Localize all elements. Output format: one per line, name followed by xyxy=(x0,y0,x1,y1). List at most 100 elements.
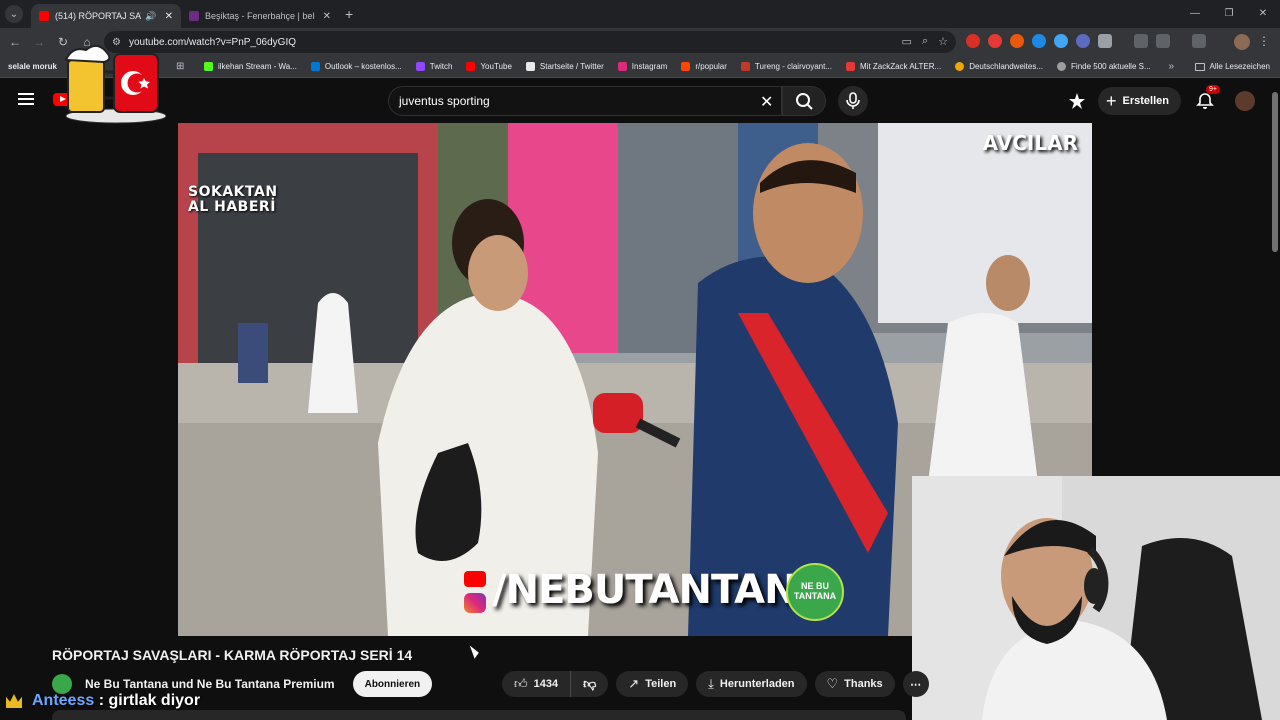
subscribe-button[interactable]: Abonnieren xyxy=(352,671,433,697)
menu-icon[interactable] xyxy=(18,93,34,105)
zoom-icon[interactable]: ⌕ xyxy=(922,35,928,48)
channel-name[interactable]: Ne Bu Tantana und Ne Bu Tantana Premium xyxy=(85,677,335,691)
bookmark-label: Instagram xyxy=(631,62,668,71)
extension-icon[interactable] xyxy=(1010,34,1024,48)
extension-icon[interactable] xyxy=(1054,34,1068,48)
address-bar[interactable]: ⚙ youtube.com/watch?v=PnP_06dyGIQ ▭ ⌕ ☆ xyxy=(104,31,956,53)
folder-icon xyxy=(1194,62,1205,71)
bookmark-item[interactable]: Mit ZackZack ALTER... xyxy=(846,62,941,71)
bookmark-label: YouTube xyxy=(480,62,512,71)
cast-icon[interactable]: ▭ xyxy=(902,35,912,48)
bookmark-item[interactable]: Tureng - clairvoyant... xyxy=(740,62,832,71)
voice-search-button[interactable] xyxy=(838,86,868,116)
bookmark-label: r/popular xyxy=(695,62,727,71)
bookmarks-bar: selale moruk ⊞ ilkehan Stream - Wa... Ou… xyxy=(0,56,1280,78)
tab-youtube-video[interactable]: (514) RÖPORTAJ SAVAŞLAR 🔊 ✕ xyxy=(31,4,181,28)
bookmark-label: Finde 500 aktuelle S... xyxy=(1071,62,1151,71)
extension-icon[interactable] xyxy=(1076,34,1090,48)
search-input[interactable]: juventus sporting xyxy=(388,86,782,116)
bookmark-selale-moruk[interactable]: selale moruk xyxy=(8,62,57,71)
share-icon: ↗ xyxy=(628,676,640,691)
notifications-button[interactable]: 9+ xyxy=(1195,85,1220,111)
thanks-label: Thanks xyxy=(844,678,883,690)
screenshot-icon[interactable] xyxy=(1156,34,1170,48)
video-title: RÖPORTAJ SAVAŞLARI - KARMA RÖPORTAJ SERİ… xyxy=(52,647,413,663)
chat-username: Anteess xyxy=(32,692,95,709)
download-button[interactable]: ⤓ Herunterladen xyxy=(696,671,807,697)
tab-bein-sports[interactable]: Beşiktaş - Fenerbahçe | beIN SP ✕ xyxy=(181,4,339,28)
bookmark-label: Startseite / Twitter xyxy=(539,62,604,71)
create-label: Erstellen xyxy=(1122,95,1169,107)
bookmark-label: Tureng - clairvoyant... xyxy=(754,62,832,71)
page-scrollbar[interactable] xyxy=(1272,92,1278,252)
dislike-button[interactable]: 👎︎ xyxy=(571,676,608,692)
audio-icon[interactable]: 🔊 xyxy=(145,11,156,22)
download-icon: ⤓ xyxy=(708,676,714,691)
search-query: juventus sporting xyxy=(399,94,490,108)
bookmark-item[interactable]: ilkehan Stream - Wa... xyxy=(204,62,297,71)
mouse-cursor-icon xyxy=(469,643,481,659)
window-controls: — ❐ ✕ xyxy=(1178,0,1280,28)
back-icon[interactable]: ← xyxy=(3,35,27,49)
overlay-caption-location: AVCILAR xyxy=(982,131,1078,155)
instagram-icon xyxy=(464,593,486,613)
extensions-puzzle-icon[interactable] xyxy=(1098,34,1112,48)
bookmark-item[interactable]: Outlook – kostenlos... xyxy=(310,62,402,71)
overlay-channel-handle: /NEBUTANTANA xyxy=(492,567,828,613)
close-window-icon[interactable]: ✕ xyxy=(1246,0,1280,28)
star-icon[interactable]: ☆ xyxy=(938,35,948,48)
more-actions-button[interactable]: ⋯ xyxy=(902,671,929,697)
all-bookmarks-label: Alle Lesezeichen xyxy=(1209,62,1270,71)
extension-icon[interactable] xyxy=(988,34,1002,48)
minimize-icon[interactable]: — xyxy=(1178,0,1212,28)
overlay-caption-left: SOKAKTAN AL HABERİ xyxy=(188,184,278,215)
restore-icon[interactable]: ❐ xyxy=(1212,0,1246,28)
info-icon xyxy=(1057,62,1067,71)
header-actions: + Erstellen 9+ xyxy=(1068,85,1255,115)
more-bookmarks-icon[interactable]: » xyxy=(1168,61,1174,72)
close-tab-icon[interactable]: ✕ xyxy=(323,11,331,22)
thumbs-up-icon: 👍︎ xyxy=(514,676,528,691)
share-button[interactable]: ↗ Teilen xyxy=(616,671,689,697)
all-bookmarks-button[interactable]: Alle Lesezeichen xyxy=(1194,62,1270,71)
bookmark-label: Mit ZackZack ALTER... xyxy=(860,62,942,71)
bookmark-item[interactable]: YouTube xyxy=(466,62,512,71)
description-box[interactable] xyxy=(52,710,906,720)
like-count: 1434 xyxy=(533,678,559,690)
sidepanel-icon[interactable] xyxy=(1134,34,1148,48)
twitter-x-icon xyxy=(525,62,535,71)
tureng-icon xyxy=(740,62,750,71)
extensions-area xyxy=(966,34,1206,48)
account-avatar[interactable] xyxy=(1234,91,1255,111)
extension-icon[interactable] xyxy=(966,34,980,48)
tab-list-icon[interactable] xyxy=(1192,34,1206,48)
bookmark-item[interactable]: Instagram xyxy=(617,62,668,71)
thanks-button[interactable]: ♡ Thanks xyxy=(814,671,895,697)
chrome-menu-icon[interactable]: ⋮ xyxy=(1258,34,1270,48)
bookmark-item[interactable]: Deutschlandweites... xyxy=(955,62,1043,71)
channel-avatar[interactable] xyxy=(52,674,72,694)
bookmark-item[interactable]: Finde 500 aktuelle S... xyxy=(1057,62,1151,71)
profile-avatar[interactable] xyxy=(1234,34,1250,50)
stream-overlay-logo xyxy=(64,44,167,124)
bookmark-item[interactable]: Twitch xyxy=(415,62,452,71)
reddit-icon xyxy=(681,62,691,71)
forward-icon[interactable]: → xyxy=(27,35,51,49)
apps-grid-icon[interactable]: ⊞ xyxy=(176,61,184,72)
clear-search-icon[interactable]: ✕ xyxy=(760,92,773,112)
zackzack-icon xyxy=(846,62,855,71)
close-tab-icon[interactable]: ✕ xyxy=(165,11,173,22)
tab-search-icon[interactable]: ⌄ xyxy=(5,5,23,23)
browser-toolbar: ← → ↻ ⌂ ⚙ youtube.com/watch?v=PnP_06dyGI… xyxy=(0,28,1280,56)
bookmark-item[interactable]: Startseite / Twitter xyxy=(525,62,604,71)
share-label: Teilen xyxy=(645,678,677,690)
extension-icon[interactable] xyxy=(1032,34,1046,48)
bookmark-item[interactable]: r/popular xyxy=(681,62,727,71)
like-button[interactable]: 👍︎ 1434 xyxy=(502,671,572,697)
streamer-webcam xyxy=(912,476,1280,720)
new-tab-icon[interactable]: + xyxy=(345,6,353,22)
search-button[interactable] xyxy=(782,86,826,116)
create-button[interactable]: + Erstellen xyxy=(1098,87,1181,115)
outlook-icon xyxy=(310,62,320,71)
extension-star-icon[interactable] xyxy=(1068,92,1086,110)
